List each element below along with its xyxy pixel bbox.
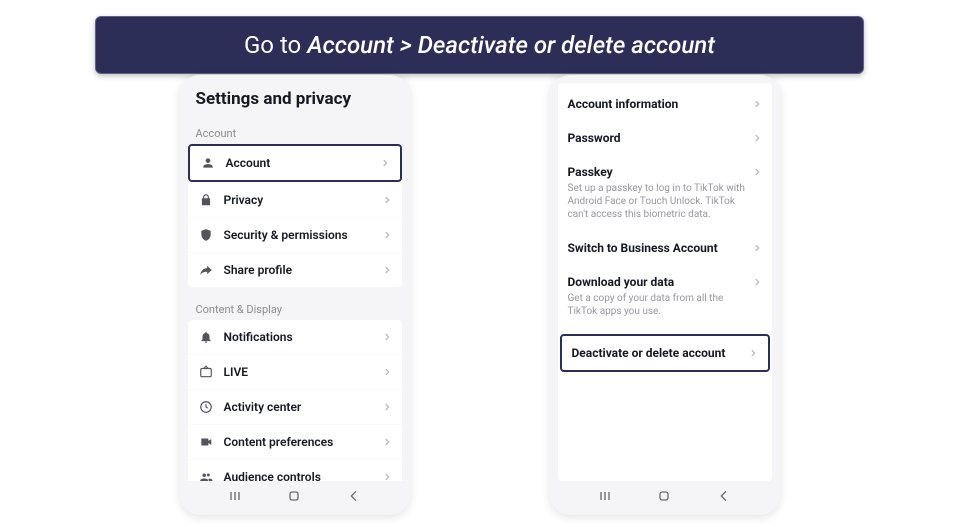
chevron-right-icon (382, 195, 392, 205)
row-label: Privacy (224, 193, 382, 207)
row-account-information[interactable]: Account information (558, 87, 772, 121)
lock-icon (198, 192, 214, 208)
row-password[interactable]: Password (558, 121, 772, 155)
chevron-right-icon (382, 367, 392, 377)
row-content-preferences[interactable]: Content preferences (188, 424, 402, 459)
row-live[interactable]: LIVE (188, 354, 402, 389)
screen-settings: Settings and privacy Account Account (188, 83, 402, 481)
row-label: Activity center (224, 400, 382, 414)
row-label: Audience controls (224, 470, 382, 481)
chevron-right-icon (748, 348, 758, 358)
bell-icon (198, 329, 214, 345)
chevron-right-icon (382, 230, 392, 240)
page-title: Settings and privacy (188, 83, 402, 121)
nav-recent[interactable] (585, 488, 625, 504)
row-label: Deactivate or delete account (572, 346, 748, 360)
row-desc: Set up a passkey to log in to TikTok wit… (568, 182, 762, 221)
phone-right: Account information Password Passkey (550, 75, 780, 515)
row-label: Download your data (568, 275, 752, 289)
row-download-data[interactable]: Download your data Get a copy of your da… (558, 265, 772, 328)
row-privacy[interactable]: Privacy (188, 182, 402, 217)
row-share-profile[interactable]: Share profile (188, 252, 402, 287)
row-label: Account (226, 156, 380, 170)
nav-back[interactable] (704, 488, 744, 504)
row-security[interactable]: Security & permissions (188, 217, 402, 252)
chevron-right-icon (382, 402, 392, 412)
chevron-right-icon (752, 167, 762, 177)
row-label: Security & permissions (224, 228, 382, 242)
row-switch-business[interactable]: Switch to Business Account (558, 231, 772, 265)
row-label: Content preferences (224, 435, 382, 449)
people-icon (198, 469, 214, 481)
row-deactivate-delete[interactable]: Deactivate or delete account (560, 334, 770, 372)
row-label: LIVE (224, 365, 382, 379)
instruction-path: Account > Deactivate or delete account (307, 31, 715, 59)
chevron-right-icon (752, 277, 762, 287)
section-header-content: Content & Display (188, 297, 402, 320)
chevron-right-icon (752, 99, 762, 109)
row-label: Password (568, 131, 752, 145)
nav-home[interactable] (274, 488, 314, 504)
section-header-account: Account (188, 121, 402, 144)
person-icon (200, 155, 216, 171)
phone-left: Settings and privacy Account Account (180, 75, 410, 515)
screen-account: Account information Password Passkey (558, 83, 772, 481)
share-icon (198, 262, 214, 278)
chevron-right-icon (382, 265, 392, 275)
chevron-right-icon (752, 133, 762, 143)
clock-icon (198, 399, 214, 415)
live-icon (198, 364, 214, 380)
row-notifications[interactable]: Notifications (188, 320, 402, 354)
list-account: Account Privacy (188, 144, 402, 287)
android-navbar (558, 481, 772, 515)
chevron-right-icon (382, 332, 392, 342)
row-passkey[interactable]: Passkey Set up a passkey to log in to Ti… (558, 155, 772, 231)
nav-home[interactable] (644, 488, 684, 504)
row-label: Switch to Business Account (568, 241, 752, 255)
row-label: Account information (568, 97, 752, 111)
list-content: Notifications LIVE (188, 320, 402, 481)
row-desc: Get a copy of your data from all the Tik… (568, 292, 762, 318)
instruction-prefix: Go to (244, 31, 307, 59)
row-account[interactable]: Account (188, 144, 402, 182)
chevron-right-icon (752, 243, 762, 253)
row-activity-center[interactable]: Activity center (188, 389, 402, 424)
nav-recent[interactable] (215, 488, 255, 504)
android-navbar (188, 481, 402, 515)
phones-container: Settings and privacy Account Account (0, 75, 959, 515)
shield-icon (198, 227, 214, 243)
row-label: Passkey (568, 165, 752, 179)
instruction-banner: Go to Account > Deactivate or delete acc… (95, 16, 864, 74)
row-audience-controls[interactable]: Audience controls (188, 459, 402, 481)
row-label: Notifications (224, 330, 382, 344)
row-label: Share profile (224, 263, 382, 277)
chevron-right-icon (382, 472, 392, 481)
chevron-right-icon (380, 158, 390, 168)
video-icon (198, 434, 214, 450)
nav-back[interactable] (334, 488, 374, 504)
chevron-right-icon (382, 437, 392, 447)
